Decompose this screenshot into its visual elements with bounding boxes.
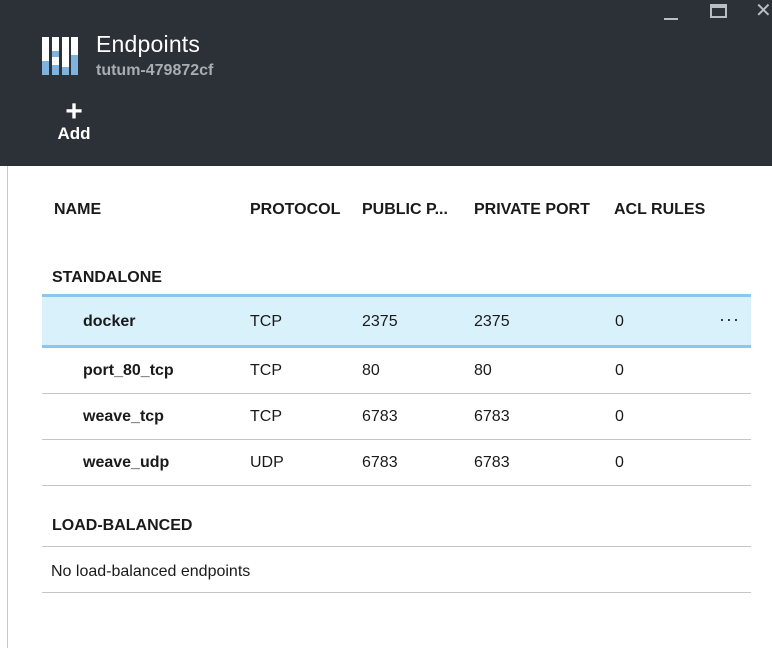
add-label: Add bbox=[57, 124, 91, 143]
endpoint-name: weave_tcp bbox=[83, 408, 164, 425]
endpoint-acl-rules: 0 bbox=[615, 362, 624, 379]
load-balanced-empty-message: No load-balanced endpoints bbox=[51, 563, 251, 580]
blade-title: Endpoints bbox=[96, 31, 201, 57]
column-header-public-port[interactable]: PUBLIC P... bbox=[362, 201, 448, 219]
close-icon[interactable]: ✕ bbox=[755, 1, 772, 21]
blade-subtitle: tutum-479872cf bbox=[96, 62, 214, 79]
endpoint-acl-rules: 0 bbox=[615, 313, 624, 330]
blade-header: ✕ Endpoints tutum-479872cf + Add bbox=[0, 0, 772, 166]
column-header-private-port[interactable]: PRIVATE PORT bbox=[474, 201, 590, 219]
table-row[interactable]: port_80_tcp TCP 80 80 0 bbox=[42, 348, 751, 394]
endpoint-acl-rules: 0 bbox=[615, 454, 624, 471]
section-divider bbox=[42, 592, 751, 593]
endpoint-public-port: 6783 bbox=[362, 408, 398, 425]
endpoint-acl-rules: 0 bbox=[615, 408, 624, 425]
endpoint-protocol: TCP bbox=[250, 408, 282, 425]
table-row[interactable]: weave_tcp TCP 6783 6783 0 bbox=[42, 394, 751, 440]
endpoint-private-port: 6783 bbox=[474, 454, 510, 471]
section-divider bbox=[42, 546, 751, 547]
endpoint-private-port: 6783 bbox=[474, 408, 510, 425]
section-standalone: STANDALONE bbox=[52, 269, 162, 286]
endpoint-private-port: 80 bbox=[474, 362, 492, 379]
table-row[interactable]: docker TCP 2375 2375 0 ··· bbox=[42, 294, 751, 348]
endpoint-name: port_80_tcp bbox=[83, 362, 174, 379]
add-endpoint-button[interactable]: + Add bbox=[56, 95, 92, 144]
endpoint-protocol: UDP bbox=[250, 454, 284, 471]
column-header-acl-rules[interactable]: ACL RULES bbox=[614, 201, 705, 219]
endpoint-name: weave_udp bbox=[83, 454, 170, 471]
endpoint-public-port: 80 bbox=[362, 362, 380, 379]
column-header-protocol[interactable]: PROTOCOL bbox=[250, 201, 340, 219]
table-row[interactable]: weave_udp UDP 6783 6783 0 bbox=[42, 440, 751, 486]
endpoint-protocol: TCP bbox=[250, 362, 282, 379]
endpoints-blade-icon bbox=[42, 37, 78, 75]
blade-left-border bbox=[7, 166, 8, 648]
column-header-name[interactable]: NAME bbox=[54, 201, 101, 219]
plus-icon: + bbox=[65, 95, 83, 128]
endpoint-public-port: 6783 bbox=[362, 454, 398, 471]
endpoint-protocol: TCP bbox=[250, 313, 282, 330]
endpoint-name: docker bbox=[83, 313, 136, 330]
more-options-icon[interactable]: ··· bbox=[719, 309, 740, 330]
section-load-balanced: LOAD-BALANCED bbox=[52, 517, 193, 534]
endpoint-private-port: 2375 bbox=[474, 313, 510, 330]
endpoint-public-port: 2375 bbox=[362, 313, 398, 330]
